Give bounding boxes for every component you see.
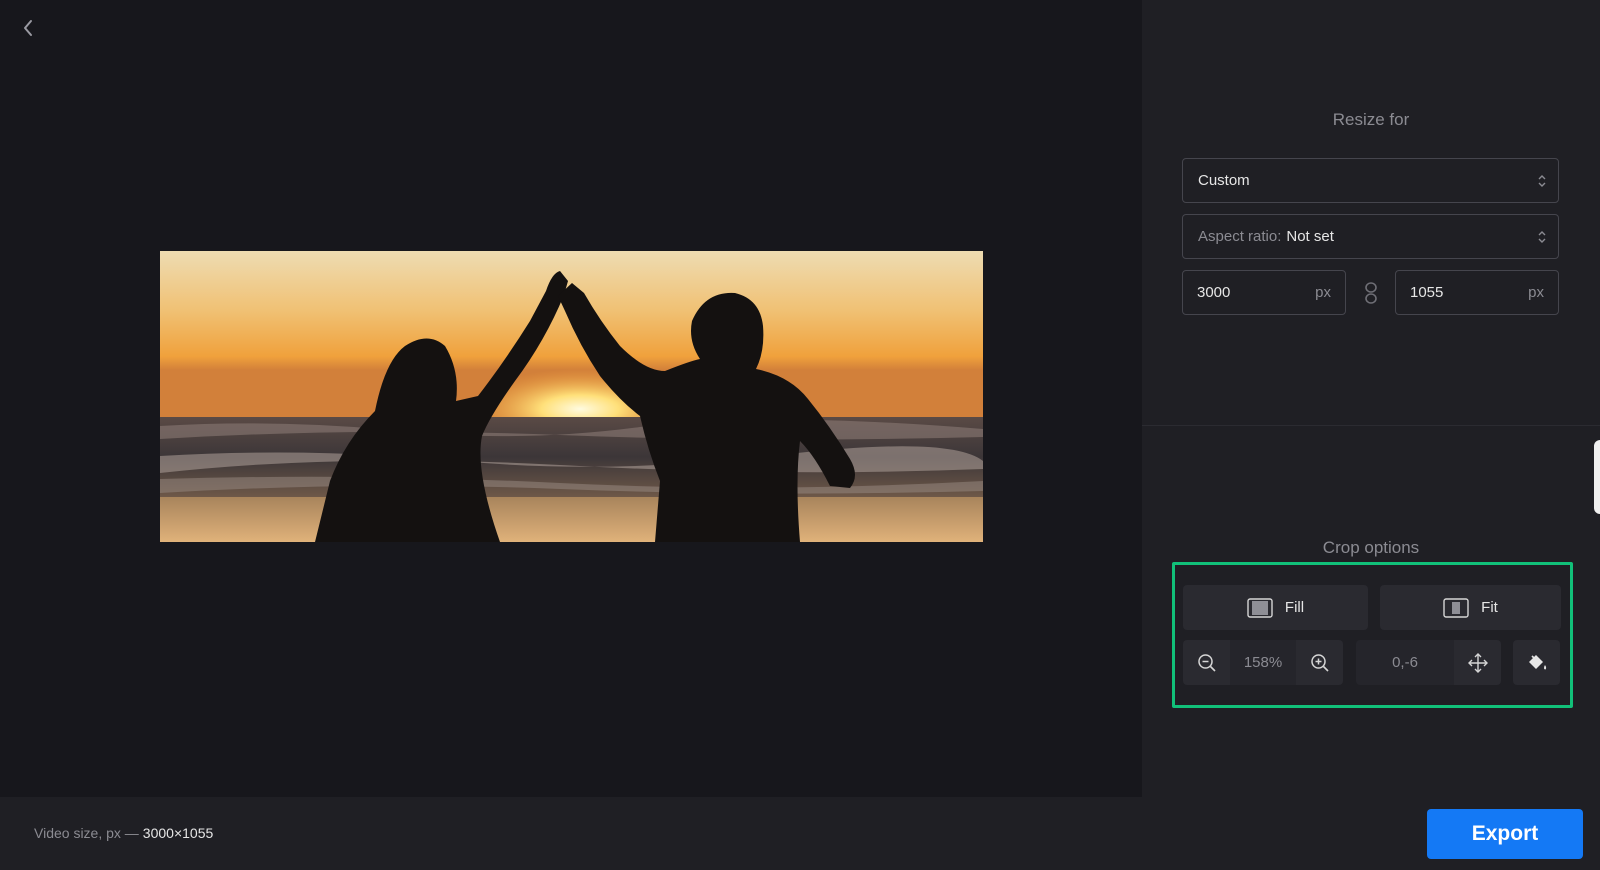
bottom-bar: Video size, px —3000×1055 Export [0, 797, 1600, 870]
fit-label: Fit [1481, 599, 1498, 616]
crop-section-title: Crop options [1322, 538, 1420, 557]
video-preview[interactable] [160, 251, 983, 542]
fit-crop-icon [1443, 597, 1469, 618]
height-value: 1055 [1410, 284, 1444, 301]
aspect-ratio-select[interactable]: Aspect ratio: Not set [1182, 214, 1559, 259]
export-button[interactable]: Export [1427, 809, 1583, 859]
move-arrows-icon [1467, 652, 1488, 673]
zoom-out-icon [1197, 653, 1216, 672]
aspect-ratio-value: Not set [1286, 228, 1334, 245]
select-arrows-icon [1538, 231, 1546, 243]
chain-link-icon[interactable] [1362, 281, 1380, 305]
resize-preset-select[interactable]: Custom [1182, 158, 1559, 203]
video-size-value: 3000×1055 [142, 825, 214, 841]
fit-button[interactable]: Fit [1380, 585, 1561, 630]
resize-preset-value: Custom [1198, 172, 1250, 189]
back-button[interactable] [14, 14, 42, 42]
video-size-label: Video size, px — [34, 825, 139, 841]
chevron-left-icon [24, 20, 32, 36]
side-panel-handle[interactable] [1594, 440, 1600, 514]
width-unit: px [1315, 284, 1331, 301]
width-value: 3000 [1197, 284, 1231, 301]
zoom-out-button[interactable] [1183, 640, 1230, 685]
paint-bucket-icon [1528, 654, 1546, 669]
fill-crop-icon [1247, 597, 1273, 618]
fill-button[interactable]: Fill [1183, 585, 1368, 630]
position-value: 0,-6 [1392, 654, 1418, 671]
section-divider [1142, 425, 1600, 426]
height-input[interactable]: 1055 px [1395, 270, 1559, 315]
sunset-couple-image [160, 251, 983, 542]
zoom-input[interactable]: 158% [1230, 640, 1296, 685]
zoom-in-icon [1310, 653, 1329, 672]
height-unit: px [1528, 284, 1544, 301]
fill-label: Fill [1284, 599, 1305, 616]
crop-options-highlight [1172, 562, 1573, 708]
video-size-info: Video size, px —3000×1055 [34, 825, 213, 841]
width-input[interactable]: 3000 px [1182, 270, 1346, 315]
background-fill-button[interactable] [1513, 640, 1560, 685]
move-button[interactable] [1454, 640, 1501, 685]
settings-sidebar: Resize for Custom Aspect ratio: Not set … [1142, 0, 1600, 797]
resize-section-title: Resize for [1332, 110, 1410, 129]
zoom-in-button[interactable] [1296, 640, 1343, 685]
position-input[interactable]: 0,-6 [1356, 640, 1454, 685]
preview-stage [0, 0, 1142, 797]
select-arrows-icon [1538, 175, 1546, 187]
resize-editor: Resize for Custom Aspect ratio: Not set … [0, 0, 1600, 870]
aspect-ratio-label: Aspect ratio: [1198, 228, 1282, 245]
zoom-value: 158% [1243, 654, 1283, 671]
